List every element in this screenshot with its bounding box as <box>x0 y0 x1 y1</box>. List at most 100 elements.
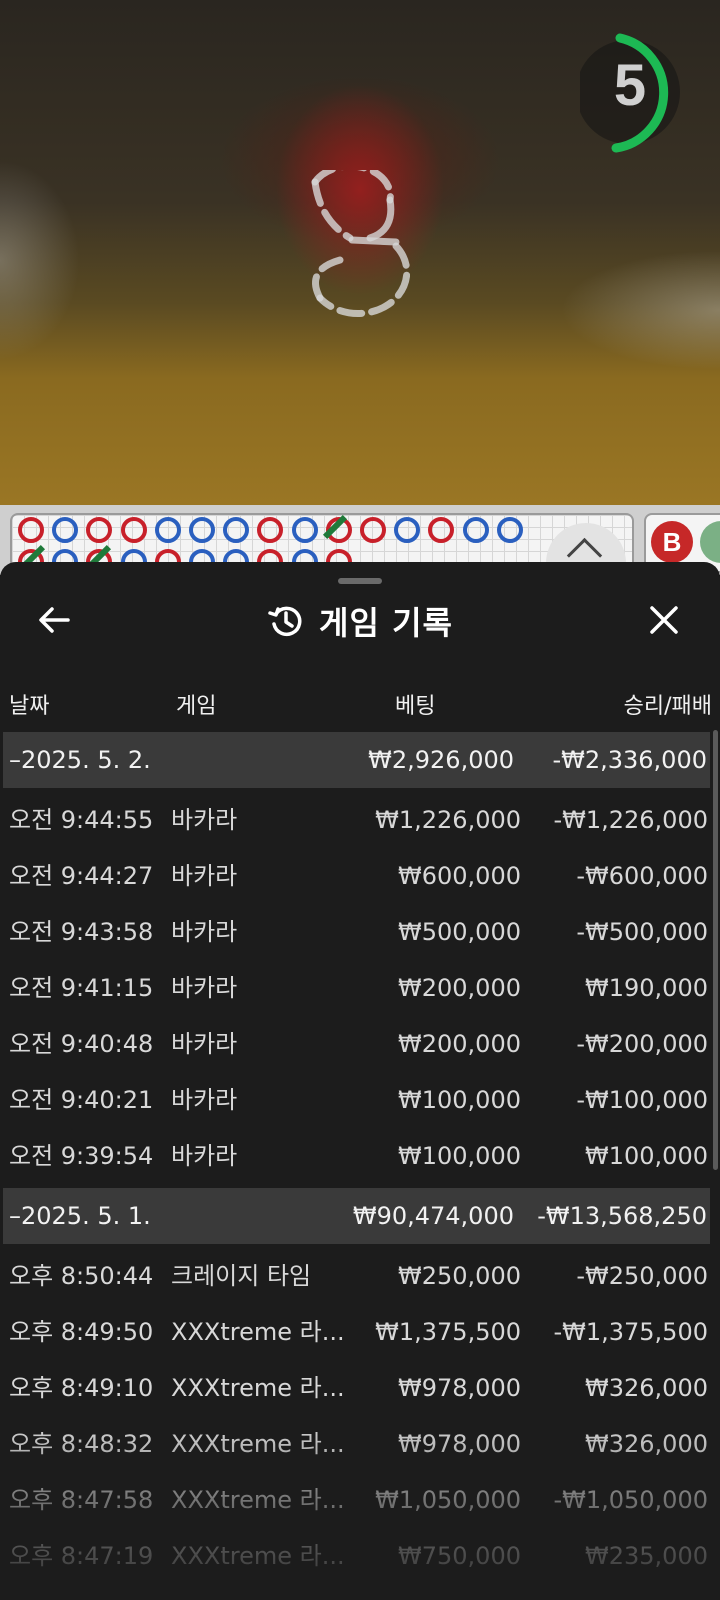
row-result: -₩100,000 <box>576 1086 708 1114</box>
date-group-header[interactable]: –2025. 5. 2. ₩2,926,000 -₩2,336,000 <box>3 732 710 788</box>
row-game: XXXtreme 라... <box>171 1374 345 1402</box>
row-result: -₩1,375,500 <box>553 1318 708 1346</box>
table-row[interactable]: 오후 8:47:19 XXXtreme 라... ₩750,000 ₩235,0… <box>0 1528 720 1584</box>
table-row[interactable]: 오후 8:49:10 XXXtreme 라... ₩978,000 ₩326,0… <box>0 1360 720 1416</box>
row-result: -₩600,000 <box>576 862 708 890</box>
row-result: ₩326,000 <box>585 1430 708 1458</box>
table-row[interactable]: 오전 9:40:21 바카라 ₩100,000 -₩100,000 <box>0 1072 720 1128</box>
table-row[interactable]: 오전 9:44:55 바카라 ₩1,226,000 -₩1,226,000 <box>0 792 720 848</box>
row-game: 바카라 <box>171 862 238 890</box>
row-time: 오전 9:40:21 <box>9 1086 154 1114</box>
table-row[interactable]: 오후 8:47:58 XXXtreme 라... ₩1,050,000 -₩1,… <box>0 1472 720 1528</box>
history-table[interactable]: –2025. 5. 2. ₩2,926,000 -₩2,336,000 오전 9… <box>0 732 720 1584</box>
table-row[interactable]: 오후 8:50:44 크레이지 타임 ₩250,000 -₩250,000 <box>0 1248 720 1304</box>
row-result: -₩250,000 <box>576 1262 708 1290</box>
row-time: 오후 8:47:19 <box>9 1542 154 1570</box>
row-game: XXXtreme 라... <box>171 1486 345 1514</box>
row-result: ₩190,000 <box>585 974 708 1002</box>
banker-bead <box>86 517 113 543</box>
history-icon <box>268 606 302 637</box>
close-icon[interactable] <box>644 600 684 640</box>
row-bet: ₩978,000 <box>398 1374 521 1402</box>
row-game: XXXtreme 라... <box>171 1542 345 1570</box>
page-title: 게임 기록 <box>319 604 453 642</box>
player-bead <box>154 517 181 543</box>
row-bet: ₩250,000 <box>398 1262 521 1290</box>
player-bead <box>223 517 250 543</box>
row-time: 오전 9:39:54 <box>9 1142 154 1170</box>
game-history-sheet: 게임 기록 날짜 게임 베팅 승리/패배 –2025. 5. 2. ₩2,926… <box>0 562 720 1600</box>
player-bead <box>462 517 489 543</box>
row-time: 오전 9:43:58 <box>9 918 154 946</box>
group-result-total: -₩2,336,000 <box>552 746 707 774</box>
row-game: 바카라 <box>171 806 238 834</box>
row-time: 오후 8:49:10 <box>9 1374 154 1402</box>
row-game: 바카라 <box>171 1030 238 1058</box>
banker-button[interactable]: B <box>651 521 693 563</box>
row-bet: ₩978,000 <box>398 1430 521 1458</box>
row-game: 바카라 <box>171 974 238 1002</box>
column-header-result: 승리/패배 <box>623 694 712 719</box>
group-result-total: -₩13,568,250 <box>537 1202 707 1230</box>
group-bet-total: ₩2,926,000 <box>368 746 514 774</box>
row-time: 오후 8:50:44 <box>9 1262 154 1290</box>
row-result: ₩100,000 <box>585 1142 708 1170</box>
player-bead <box>189 517 215 543</box>
row-time: 오후 8:49:50 <box>9 1318 154 1346</box>
player-bead <box>394 517 421 543</box>
column-header-bet: 베팅 <box>395 694 436 719</box>
table-row[interactable]: 오전 9:39:54 바카라 ₩100,000 ₩100,000 <box>0 1128 720 1184</box>
table-row[interactable]: 오후 8:48:32 XXXtreme 라... ₩978,000 ₩326,0… <box>0 1416 720 1472</box>
table-row[interactable]: 오전 9:43:58 바카라 ₩500,000 -₩500,000 <box>0 904 720 960</box>
player-bead <box>52 517 79 543</box>
row-bet: ₩600,000 <box>398 862 521 890</box>
group-bet-total: ₩90,474,000 <box>352 1202 514 1230</box>
column-header-game: 게임 <box>176 694 217 719</box>
column-header-date: 날짜 <box>9 694 50 719</box>
row-game: XXXtreme 라... <box>171 1318 345 1346</box>
row-game: 바카라 <box>171 1142 238 1170</box>
banker-bead <box>18 517 44 543</box>
group-date: –2025. 5. 1. <box>9 1202 151 1230</box>
row-result: ₩235,000 <box>585 1542 708 1570</box>
row-game: 크레이지 타임 <box>171 1262 312 1290</box>
loading-spinner-icon <box>311 170 410 317</box>
player-bead <box>291 517 318 543</box>
row-bet: ₩100,000 <box>398 1142 521 1170</box>
table-row[interactable]: 오전 9:44:27 바카라 ₩600,000 -₩600,000 <box>0 848 720 904</box>
row-time: 오전 9:44:55 <box>9 806 154 834</box>
banker-bead <box>257 517 284 543</box>
row-result: -₩1,050,000 <box>553 1486 708 1514</box>
player-bead <box>496 517 523 543</box>
table-row[interactable]: 오전 9:40:48 바카라 ₩200,000 -₩200,000 <box>0 1016 720 1072</box>
countdown-number: 5 <box>613 53 647 118</box>
row-bet: ₩500,000 <box>398 918 521 946</box>
row-bet: ₩750,000 <box>398 1542 521 1570</box>
row-time: 오후 8:47:58 <box>9 1486 154 1514</box>
live-video-stream[interactable]: 5 <box>0 0 720 505</box>
row-bet: ₩200,000 <box>398 974 521 1002</box>
row-game: XXXtreme 라... <box>171 1430 345 1458</box>
table-scrollbar[interactable] <box>713 730 718 1170</box>
row-time: 오전 9:44:27 <box>9 862 154 890</box>
row-result: -₩200,000 <box>576 1030 708 1058</box>
row-bet: ₩1,050,000 <box>375 1486 521 1514</box>
date-group-header[interactable]: –2025. 5. 1. ₩90,474,000 -₩13,568,250 <box>3 1188 710 1244</box>
video-light-left <box>0 160 80 360</box>
table-row[interactable]: 오전 9:41:15 바카라 ₩200,000 ₩190,000 <box>0 960 720 1016</box>
table-row[interactable]: 오후 8:49:50 XXXtreme 라... ₩1,375,500 -₩1,… <box>0 1304 720 1360</box>
row-bet: ₩100,000 <box>398 1086 521 1114</box>
row-bet: ₩200,000 <box>398 1030 521 1058</box>
row-result: -₩500,000 <box>576 918 708 946</box>
banker-bead <box>360 517 386 543</box>
row-time: 오후 8:48:32 <box>9 1430 154 1458</box>
row-bet: ₩1,226,000 <box>375 806 521 834</box>
sheet-drag-handle[interactable] <box>338 578 382 584</box>
row-result: ₩326,000 <box>585 1374 708 1402</box>
row-time: 오전 9:41:15 <box>9 974 154 1002</box>
row-result: -₩1,226,000 <box>553 806 708 834</box>
row-time: 오전 9:40:48 <box>9 1030 154 1058</box>
banker-bead <box>120 517 147 543</box>
group-date: –2025. 5. 2. <box>9 746 151 774</box>
row-bet: ₩1,375,500 <box>375 1318 521 1346</box>
